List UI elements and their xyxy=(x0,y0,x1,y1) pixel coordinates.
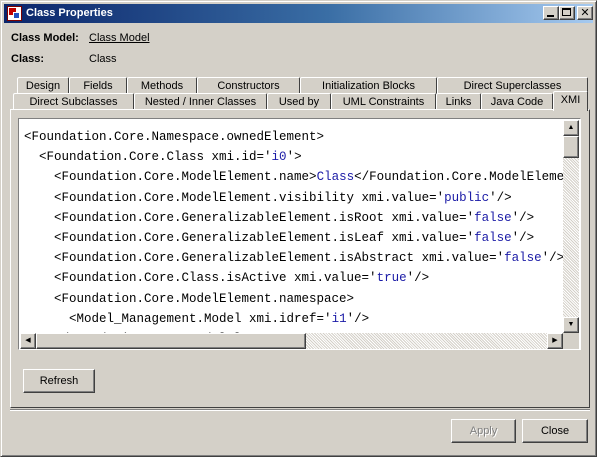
code-line: <Foundation.Core.ModelElement.namespace> xyxy=(24,289,354,309)
code-token: <Foundation.Core.Namespace.ownedElement> xyxy=(24,130,325,144)
code-token: '> xyxy=(286,150,302,165)
code-token: '/> xyxy=(541,251,563,266)
code-token: false xyxy=(504,251,542,266)
code-token: i0 xyxy=(271,150,287,165)
code-token: '/> xyxy=(489,190,512,205)
horizontal-scroll-thumb[interactable] xyxy=(36,333,306,349)
maximize-button[interactable] xyxy=(559,6,575,20)
horizontal-scrollbar[interactable]: ◀ ▶ xyxy=(20,333,563,349)
scroll-right-button[interactable]: ▶ xyxy=(547,333,563,349)
arrow-up-icon: ▲ xyxy=(567,124,575,131)
code-token: <Foundation.Core.GeneralizableElement.is… xyxy=(24,210,475,225)
code-token: <Model_Management.Model xmi.idref=' xyxy=(24,311,332,326)
dialog-divider xyxy=(10,409,590,411)
code-token: <Foundation.Core.ModelElement.namespace> xyxy=(24,291,355,306)
refresh-button[interactable]: Refresh xyxy=(23,369,95,393)
scrollbar-corner xyxy=(563,333,579,349)
class-value: Class xyxy=(89,53,117,65)
maximize-icon xyxy=(562,8,571,16)
scroll-up-button[interactable]: ▲ xyxy=(563,120,579,136)
arrow-down-icon: ▼ xyxy=(567,321,575,328)
scroll-down-button[interactable]: ▼ xyxy=(563,317,579,333)
class-model-label: Class Model: xyxy=(11,32,79,44)
code-token: i1 xyxy=(331,311,347,326)
code-line: <Foundation.Core.Namespace.ownedElement> xyxy=(24,127,324,147)
code-line: <Model_Management.Model xmi.idref='i1'/> xyxy=(24,309,369,329)
vertical-scroll-thumb[interactable] xyxy=(563,136,579,158)
code-token: false xyxy=(474,210,512,225)
code-token: '/> xyxy=(511,210,535,225)
code-token: public xyxy=(444,190,490,205)
minimize-icon xyxy=(547,15,554,17)
code-token: true xyxy=(376,271,407,286)
code-line: <Foundation.Core.GeneralizableElement.is… xyxy=(24,248,563,268)
close-window-button[interactable]: ✕ xyxy=(577,6,593,20)
arrow-left-icon: ◀ xyxy=(25,337,31,344)
code-token: false xyxy=(474,231,512,245)
code-line: <Foundation.Core.Class.isActive xmi.valu… xyxy=(24,268,429,288)
code-line: <Foundation.Core.Class xmi.id='i0'> xyxy=(24,147,302,167)
code-line: <Foundation.Core.ModelElement.name>Class… xyxy=(24,167,563,187)
vertical-scrollbar[interactable]: ▲ ▼ xyxy=(563,120,579,333)
close-icon: ✕ xyxy=(580,7,590,19)
code-token: '/> xyxy=(511,231,535,245)
code-token: <Foundation.Core.ModelElement.name> xyxy=(24,170,317,185)
scroll-left-button[interactable]: ◀ xyxy=(20,333,36,349)
app-icon xyxy=(7,6,22,21)
tab-xmi[interactable]: XMI xyxy=(553,91,588,111)
code-token: '/> xyxy=(406,271,430,286)
code-area[interactable]: <Foundation.Core.Namespace.ownedElement>… xyxy=(20,120,563,333)
minimize-button[interactable] xyxy=(543,6,559,20)
code-token: <Foundation.Core.Class.isActive xmi.valu… xyxy=(24,271,377,286)
xmi-code-viewer[interactable]: <Foundation.Core.Namespace.ownedElement>… xyxy=(18,118,581,350)
code-token: Class xyxy=(316,170,355,185)
close-button[interactable]: Close xyxy=(522,419,588,443)
code-line: <Foundation.Core.GeneralizableElement.is… xyxy=(24,228,534,248)
class-model-link[interactable]: Class Model xyxy=(89,32,150,44)
code-token: '/> xyxy=(346,311,370,326)
code-token: <Foundation.Core.Class xmi.id=' xyxy=(24,150,272,165)
arrow-right-icon: ▶ xyxy=(552,337,558,344)
code-line: <Foundation.Core.GeneralizableElement.is… xyxy=(24,208,534,228)
apply-button[interactable]: Apply xyxy=(451,419,516,443)
window-title: Class Properties xyxy=(26,7,113,19)
code-token: <Foundation.Core.GeneralizableElement.is… xyxy=(24,231,475,245)
code-token: </Foundation.Core.ModelElement.name> xyxy=(354,170,563,185)
code-token: <Foundation.Core.GeneralizableElement.is… xyxy=(24,251,505,266)
code-line: <Foundation.Core.ModelElement.visibility… xyxy=(24,188,512,208)
code-token: <Foundation.Core.ModelElement.visibility… xyxy=(24,190,445,205)
class-label: Class: xyxy=(11,53,45,65)
title-bar[interactable]: Class Properties ✕ xyxy=(4,4,593,23)
